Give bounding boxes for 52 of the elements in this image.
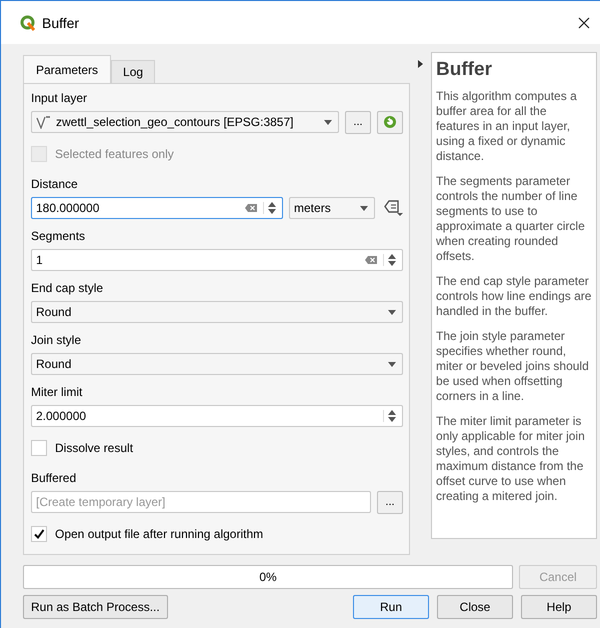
checkbox[interactable]: [31, 526, 47, 542]
number-field[interactable]: 1: [31, 249, 404, 271]
close-icon[interactable]: [578, 16, 590, 28]
help-paragraph: The join style parameter specifies whether round, miter or beveled joins should be used when offsetting corners in a line.: [436, 329, 590, 404]
spinner-icon[interactable]: [263, 202, 276, 214]
window-title: Buffer: [42, 14, 80, 30]
help-paragraph: This algorithm computes a buffer area for all the features in an input layer, using a fixed or dynamic distance.: [436, 89, 578, 164]
field-label: End cap style: [31, 280, 104, 296]
checkbox-label: Selected features only: [55, 147, 174, 161]
style-dropdown[interactable]: Round: [31, 353, 404, 375]
caret-icon: [388, 310, 396, 314]
style-dropdown[interactable]: Round: [31, 301, 404, 323]
checkbox[interactable]: [31, 440, 47, 456]
clear-icon[interactable]: [245, 204, 258, 212]
dialog-button[interactable]: Help: [521, 595, 597, 619]
field-label: Miter limit: [31, 384, 84, 400]
refresh-icon: [383, 115, 398, 129]
caret-icon: [360, 206, 368, 210]
number-field[interactable]: 180.000000: [31, 197, 284, 219]
output-field[interactable]: [Create temporary layer]: [31, 491, 372, 513]
checkbox-label: Dissolve result: [55, 441, 134, 455]
number-field[interactable]: 2.000000: [31, 405, 404, 427]
caret-icon: [388, 362, 396, 366]
progress-bar: 0%: [23, 565, 513, 589]
tab[interactable]: Parameters: [23, 55, 112, 83]
clear-icon[interactable]: [365, 256, 378, 264]
field-label: Join style: [31, 332, 82, 348]
tab[interactable]: Log: [111, 60, 156, 83]
line-layer-icon: [36, 115, 50, 129]
field-label: Input layer: [31, 90, 88, 106]
browse-button[interactable]: ...: [377, 490, 404, 514]
spinner-icon[interactable]: [383, 410, 396, 422]
layer-dropdown[interactable]: zwettl_selection_geo_contours [EPSG:3857]: [31, 111, 340, 133]
field-label: Buffered: [31, 470, 78, 486]
dialog-button[interactable]: Close: [437, 595, 513, 619]
spinner-icon[interactable]: [383, 254, 396, 266]
collapse-arrow-icon[interactable]: [418, 60, 424, 68]
browse-button[interactable]: ...: [345, 110, 372, 134]
field-label: Segments: [31, 228, 86, 244]
checkbox-label: Open output file after running algorithm: [55, 527, 264, 541]
help-title: Buffer: [436, 59, 493, 81]
help-paragraph: The miter limit parameter is only applicable for miter join styles, and controls the maximum distance from the offset curve to use when creating a mitered join.: [436, 414, 586, 504]
app-logo-icon: [20, 14, 36, 30]
data-defined-icon[interactable]: [383, 199, 404, 217]
help-paragraph: The end cap style parameter controls how line endings are handled in the buffer.: [436, 274, 592, 319]
iterate-button[interactable]: [377, 110, 404, 134]
batch-button[interactable]: Run as Batch Process...: [23, 595, 168, 619]
help-paragraph: The segments parameter controls the number of line segments to use to approximate a quarter circle when creating rounded offsets.: [436, 174, 586, 264]
field-label: Distance: [31, 176, 79, 192]
unit-dropdown[interactable]: meters: [289, 197, 376, 219]
dialog-button[interactable]: Run: [353, 595, 429, 619]
caret-icon: [324, 120, 332, 124]
